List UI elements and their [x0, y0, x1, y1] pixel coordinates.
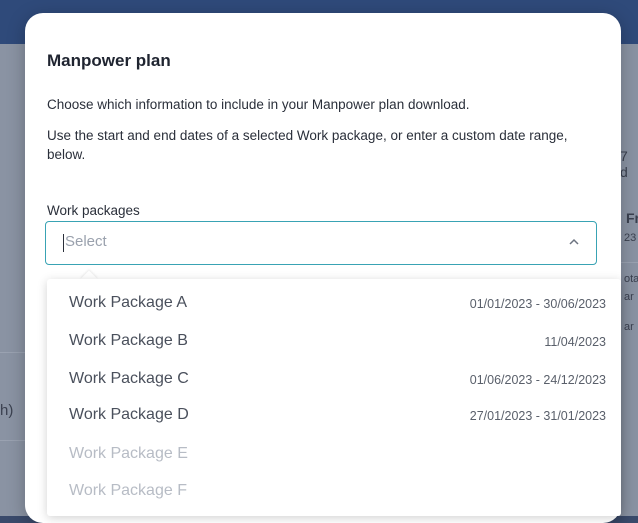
- option-name: Work Package B: [69, 332, 188, 349]
- dropdown-option-work-package-b[interactable]: Work Package B 11/04/2023: [47, 323, 621, 361]
- background-divider: [621, 262, 638, 263]
- background-text: h): [0, 402, 14, 419]
- background-text: 23: [624, 232, 637, 244]
- background-divider: [0, 440, 25, 441]
- work-packages-select[interactable]: Select: [45, 221, 597, 265]
- background-text: Fri: [626, 210, 638, 226]
- work-packages-label: Work packages: [47, 203, 140, 218]
- option-dates: 27/01/2023 - 31/01/2023: [469, 409, 606, 423]
- option-name: Work Package E: [69, 445, 188, 462]
- modal-title: Manpower plan: [47, 51, 171, 70]
- option-dates: 01/01/2023 - 30/06/2023: [469, 297, 606, 311]
- background-text: ar: [624, 321, 634, 333]
- background-text: ar: [624, 291, 634, 303]
- dropdown-option-work-package-f: Work Package F: [47, 473, 621, 511]
- modal-description-dates: Use the start and end dates of a selecte…: [47, 128, 568, 162]
- work-packages-dropdown: Work Package A 01/01/2023 - 30/06/2023 W…: [47, 279, 621, 516]
- option-name: Work Package F: [69, 482, 187, 499]
- modal-description: Choose which information to include in y…: [47, 97, 470, 112]
- dropdown-option-work-package-c[interactable]: Work Package C 01/06/2023 - 24/12/2023: [47, 361, 621, 399]
- chevron-up-icon[interactable]: [568, 236, 580, 250]
- option-dates: 01/06/2023 - 24/12/2023: [469, 373, 606, 387]
- option-name: Work Package C: [69, 370, 189, 387]
- dropdown-option-work-package-e: Work Package E: [47, 436, 621, 474]
- background-text: ota: [624, 273, 638, 285]
- dropdown-option-work-package-d[interactable]: Work Package D 27/01/2023 - 31/01/2023: [47, 397, 621, 435]
- option-name: Work Package D: [69, 406, 189, 423]
- select-placeholder: Select: [65, 233, 107, 250]
- text-cursor: [63, 234, 64, 252]
- background-divider: [0, 352, 25, 353]
- option-dates: 11/04/2023: [544, 335, 606, 349]
- dropdown-option-work-package-a[interactable]: Work Package A 01/01/2023 - 30/06/2023: [47, 285, 621, 323]
- background-text: 7 d: [620, 148, 628, 180]
- option-name: Work Package A: [69, 294, 187, 311]
